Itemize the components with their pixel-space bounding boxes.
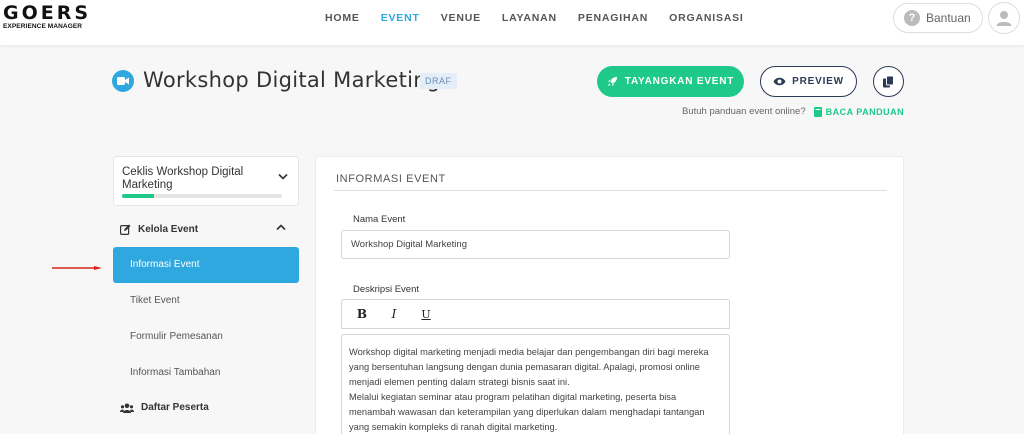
- participants-section[interactable]: Daftar Peserta: [120, 402, 209, 413]
- sidebar-item-tickets[interactable]: Tiket Event: [113, 283, 299, 319]
- participants-label: Daftar Peserta: [141, 402, 209, 413]
- read-guide-link[interactable]: BACA PANDUAN: [813, 106, 905, 117]
- chevron-up-icon[interactable]: [276, 224, 286, 231]
- sidebar-item-order-form[interactable]: Formulir Pemesanan: [113, 319, 299, 355]
- users-icon: [120, 403, 134, 413]
- red-arrow-icon: [52, 266, 102, 270]
- manage-event-section[interactable]: Kelola Event: [120, 224, 198, 235]
- manage-event-label: Kelola Event: [138, 224, 199, 235]
- event-checklist[interactable]: Ceklis Workshop Digital Marketing: [113, 156, 299, 206]
- checklist-progress: [122, 194, 282, 198]
- main-nav: HOME EVENT VENUE LAYANAN PENAGIHAN ORGAN…: [325, 12, 744, 24]
- nav-organisasi[interactable]: ORGANISASI: [669, 12, 744, 24]
- status-badge: DRAF: [420, 73, 457, 89]
- section-title: INFORMASI EVENT: [336, 173, 446, 185]
- nav-layanan[interactable]: LAYANAN: [502, 12, 557, 24]
- help-label: Bantuan: [926, 11, 971, 25]
- eye-icon: [773, 77, 786, 86]
- preview-button[interactable]: PREVIEW: [760, 66, 857, 97]
- nav-penagihan[interactable]: PENAGIHAN: [578, 12, 648, 24]
- editor-toolbar: B I U: [341, 299, 730, 329]
- help-button[interactable]: ? Bantuan: [893, 3, 983, 33]
- section-divider: [334, 190, 887, 191]
- copy-icon: [883, 75, 894, 87]
- description-paragraph: Melalui kegiatan seminar atau program pe…: [349, 392, 705, 432]
- event-name-input[interactable]: [341, 230, 730, 259]
- bold-button[interactable]: B: [348, 304, 376, 324]
- event-description-editor[interactable]: Workshop digital marketing menjadi media…: [341, 334, 730, 434]
- nav-home[interactable]: HOME: [325, 12, 360, 24]
- user-avatar-button[interactable]: [988, 2, 1020, 34]
- checklist-progress-fill: [122, 194, 154, 198]
- preview-label: PREVIEW: [792, 76, 844, 87]
- duplicate-button[interactable]: [873, 66, 904, 97]
- underline-button[interactable]: U: [412, 304, 440, 324]
- nav-venue[interactable]: VENUE: [441, 12, 481, 24]
- publish-event-button[interactable]: TAYANGKAN EVENT: [597, 66, 744, 97]
- goers-logo[interactable]: GOERS EXPERIENCE MANAGER: [3, 2, 92, 31]
- logo-main-text: GOERS: [3, 2, 92, 24]
- video-camera-icon: [112, 70, 134, 92]
- edit-icon: [120, 224, 131, 235]
- sidebar-item-event-info[interactable]: Informasi Event: [113, 247, 299, 283]
- question-icon: ?: [904, 10, 920, 26]
- read-guide-label: BACA PANDUAN: [825, 106, 905, 117]
- event-name-label: Nama Event: [353, 214, 406, 225]
- top-navbar: GOERS EXPERIENCE MANAGER HOME EVENT VENU…: [0, 0, 1024, 45]
- page-title: Workshop Digital Marketing: [143, 68, 441, 92]
- book-icon: [813, 106, 822, 117]
- italic-button[interactable]: I: [380, 304, 408, 324]
- nav-event[interactable]: EVENT: [381, 12, 420, 24]
- guide-prompt: Butuh panduan event online? BACA PANDUAN: [682, 106, 904, 117]
- checklist-title: Ceklis Workshop Digital Marketing: [122, 166, 244, 191]
- chevron-down-icon[interactable]: [278, 173, 288, 180]
- logo-sub-text: EXPERIENCE MANAGER: [3, 23, 83, 30]
- description-paragraph: Workshop digital marketing menjadi media…: [349, 347, 709, 387]
- event-description-label: Deskripsi Event: [353, 284, 419, 295]
- guide-question: Butuh panduan event online?: [682, 106, 806, 117]
- sidebar-item-additional-info[interactable]: Informasi Tambahan: [113, 355, 299, 391]
- rocket-icon: [607, 76, 617, 87]
- user-icon: [996, 11, 1012, 26]
- publish-label: TAYANGKAN EVENT: [624, 76, 735, 87]
